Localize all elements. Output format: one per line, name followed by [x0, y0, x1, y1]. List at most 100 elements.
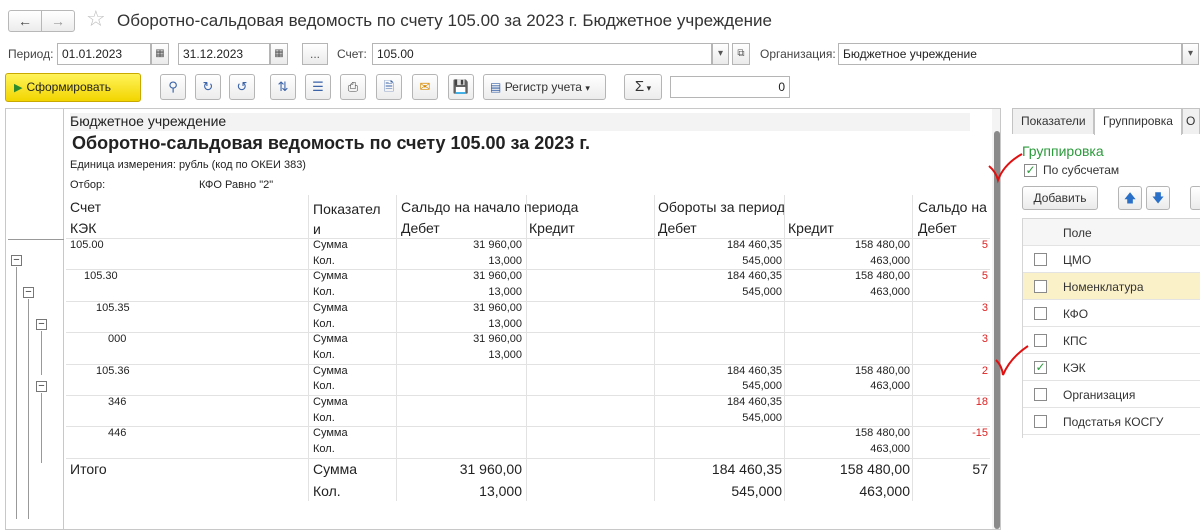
forward-button[interactable]: → [41, 10, 75, 32]
total-sum-closing: 57 [972, 461, 988, 477]
sort-button[interactable]: ⇅ [270, 74, 296, 100]
account-field[interactable]: 105.00 [372, 43, 712, 65]
field-checkbox[interactable]: ✓ [1034, 361, 1047, 374]
save-button[interactable]: 💾 [448, 74, 474, 100]
row-qty-ob_d-2: 13,000 [488, 317, 522, 330]
row-sum-cl-1: 5 [981, 270, 988, 283]
field-checkbox[interactable] [1034, 280, 1047, 293]
search-button[interactable]: ⚲ [160, 74, 186, 100]
row-qty-tr_d-5: 545,000 [742, 411, 782, 424]
preview-icon: 🗎 [383, 79, 395, 94]
register-icon: ▤ [490, 80, 502, 94]
tree-connector [41, 331, 42, 375]
sum-icon: Σ [634, 78, 645, 95]
row-account-1: 105.30 [84, 270, 118, 283]
settings-list-button[interactable]: ☰ [305, 74, 331, 100]
field-checkbox[interactable] [1034, 334, 1047, 347]
report-unit: Единица измерения: рубль (код по ОКЕИ 38… [70, 159, 306, 171]
row-sum-label-5: Сумма [313, 396, 348, 408]
row-sum-tr_c-6: 158 480,00 [854, 427, 910, 440]
tree-collapse-icon[interactable]: − [36, 319, 47, 330]
sort-icon: ⇅ [277, 79, 289, 94]
date-from-field[interactable]: 01.01.2023 [57, 43, 151, 65]
row-sum-tr_d-1: 184 460,35 [726, 270, 782, 283]
by-subaccounts-label: По субсчетам [1043, 163, 1120, 177]
org-dropdown-button[interactable]: ▾ [1182, 43, 1199, 65]
row-qty-tr_d-1: 545,000 [742, 286, 782, 299]
tree-collapse-icon[interactable]: − [11, 255, 22, 266]
generate-button[interactable]: ▶ Сформировать [5, 73, 141, 102]
star-icon[interactable]: ☆ [86, 6, 106, 32]
row-qty-ob_d-0: 13,000 [488, 254, 522, 267]
header-indicator: Показател и [313, 201, 381, 237]
search-next-button[interactable]: ↻ [195, 74, 221, 100]
save-icon: 💾 [452, 79, 470, 94]
row-sum-cl-0: 5 [981, 239, 988, 251]
tab-other[interactable]: О [1182, 108, 1200, 134]
field-list-header: Поле [1023, 219, 1200, 246]
field-label: ЦМО [1063, 253, 1092, 267]
sum-button[interactable]: Σ ▾ [624, 74, 662, 100]
email-button[interactable]: ✉ [412, 74, 438, 100]
field-row[interactable]: ЦМО [1023, 246, 1200, 273]
row-sum-tr_d-0: 184 460,35 [726, 239, 782, 251]
calendar-from-button[interactable]: ▦ [151, 43, 169, 65]
row-account-0: 105.00 [70, 239, 104, 251]
search-icon: ⚲ [168, 79, 178, 94]
print-button[interactable]: ⎙ [340, 74, 366, 100]
field-row[interactable]: КФО [1023, 300, 1200, 327]
report-area[interactable]: Бюджетное учреждение Оборотно-сальдовая … [5, 108, 1001, 530]
field-checkbox[interactable] [1034, 253, 1047, 266]
tab-indicators[interactable]: Показатели [1012, 108, 1094, 134]
field-row[interactable]: КПС [1023, 327, 1200, 354]
row-qty-ob_d-3: 13,000 [488, 348, 522, 361]
period-select-button[interactable]: ... [302, 43, 328, 65]
move-up-button[interactable]: 🡅 [1118, 186, 1142, 210]
register-button[interactable]: ▤ Регистр учета ▾ [483, 74, 606, 100]
header-turnover-debit: Дебет [658, 220, 697, 236]
row-qty-ob_d-1: 13,000 [488, 286, 522, 299]
tree-collapse-icon[interactable]: − [23, 287, 34, 298]
field-checkbox[interactable] [1034, 388, 1047, 401]
tree-collapse-icon[interactable]: − [36, 381, 47, 392]
field-label: КФО [1063, 307, 1089, 321]
account-dropdown-button[interactable]: ▾ [712, 43, 729, 65]
open-icon: ⧉ [737, 48, 745, 59]
scrollbar-thumb[interactable] [994, 131, 1000, 529]
row-qty-label-6: Кол. [313, 443, 335, 456]
row-sum-label-0: Сумма [313, 239, 348, 251]
row-sum-cl-4: 2 [981, 364, 988, 377]
row-qty-tr_c-0: 463,000 [870, 254, 910, 267]
field-row[interactable]: Подстатья КОСГУ [1023, 408, 1200, 435]
tree-connector [8, 239, 64, 240]
field-row[interactable]: ✓ КЭК [1023, 354, 1200, 381]
grid-column-line [396, 195, 397, 501]
arrow-down-icon: 🡇 [1151, 191, 1165, 205]
tree-connector [28, 299, 29, 519]
field-row[interactable]: Номенклатура [1023, 273, 1200, 300]
field-label: КЭК [1063, 361, 1086, 375]
grouping-field-list[interactable]: Поле ЦМО Номенклатура КФО КПС ✓ КЭК Организаци… [1022, 218, 1200, 438]
move-down-button[interactable]: 🡇 [1146, 186, 1170, 210]
total-sum-label: Сумма [313, 461, 357, 477]
row-account-6: 446 [108, 427, 127, 440]
field-label: Организация [1063, 388, 1136, 402]
field-checkbox[interactable] [1034, 307, 1047, 320]
search-prev-button[interactable]: ↺ [229, 74, 255, 100]
add-button[interactable]: Добавить [1022, 186, 1098, 210]
sum-value-field[interactable]: 0 [670, 76, 790, 98]
preview-button[interactable]: 🗎 [376, 74, 402, 100]
field-row[interactable]: Организация [1023, 381, 1200, 408]
grid-column-line [912, 195, 913, 501]
search-prev-icon: ↺ [236, 79, 248, 94]
more-actions-button[interactable] [1190, 186, 1200, 210]
date-to-field[interactable]: 31.12.2023 [178, 43, 270, 65]
calendar-to-button[interactable]: ▦ [270, 43, 288, 65]
tab-grouping[interactable]: Группировка [1094, 108, 1182, 135]
tree-connector [41, 393, 42, 463]
calendar-icon: ▦ [274, 48, 284, 59]
account-open-button[interactable]: ⧉ [732, 43, 750, 65]
back-button[interactable]: ← [8, 10, 42, 32]
field-checkbox[interactable] [1034, 415, 1047, 428]
org-field[interactable]: Бюджетное учреждение [838, 43, 1182, 65]
